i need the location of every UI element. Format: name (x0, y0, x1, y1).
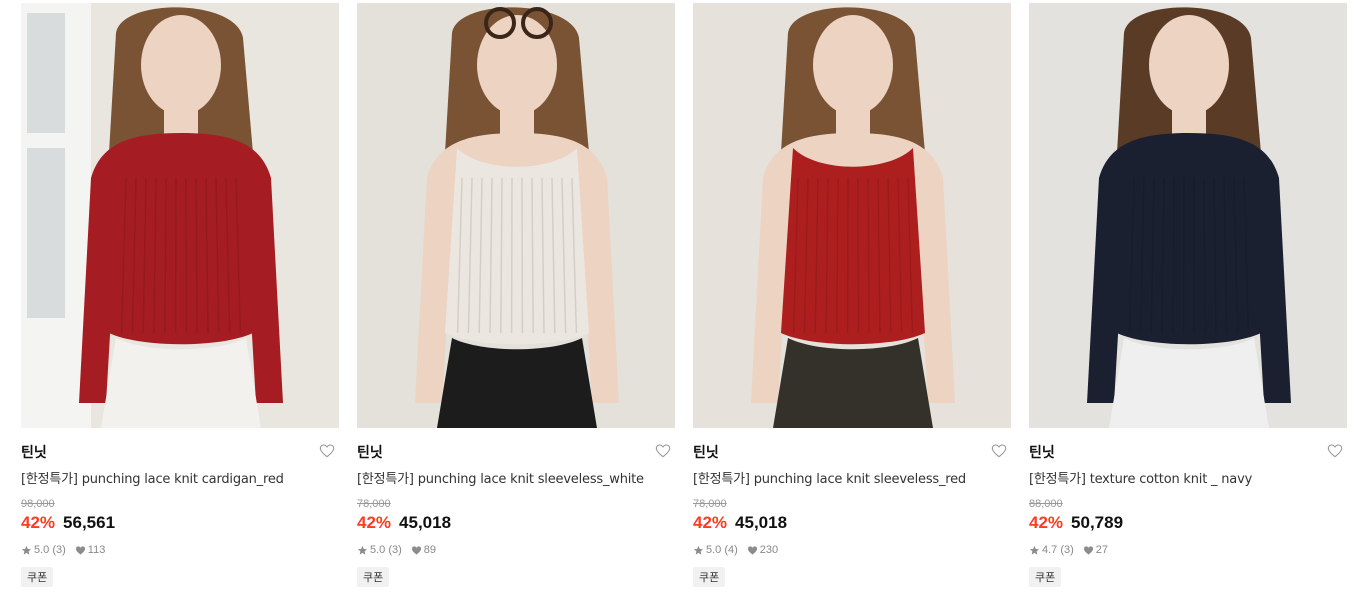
face (141, 15, 221, 115)
like-count-heart-icon (75, 545, 86, 556)
brand-name[interactable]: 틴닛 (693, 442, 719, 462)
bottoms (437, 338, 597, 428)
brand-name[interactable]: 틴닛 (357, 442, 383, 462)
like-count-heart-icon (1083, 545, 1094, 556)
likes-group: 27 (1083, 544, 1108, 556)
product-name[interactable]: [한정특가] punching lace knit sleeveless_red (693, 468, 1011, 487)
heart-icon[interactable] (991, 443, 1009, 461)
product-name[interactable]: [한정특가] texture cotton knit _ navy (1029, 468, 1347, 487)
star-icon (21, 545, 32, 556)
product-card[interactable]: 틴닛 [한정특가] punching lace knit cardigan_re… (21, 3, 339, 587)
price-row: 42% 56,561 (21, 513, 339, 533)
sale-price: 45,018 (735, 513, 788, 532)
bottoms (101, 338, 261, 428)
discount-rate: 42% (693, 513, 728, 532)
likes-group: 89 (411, 544, 436, 556)
face (813, 15, 893, 115)
product-image[interactable] (1029, 3, 1347, 428)
model-photo (1029, 3, 1347, 428)
original-price: 78,000 (357, 498, 391, 510)
original-price: 78,000 (693, 498, 727, 510)
sale-price: 56,561 (63, 513, 116, 532)
likes-count: 89 (423, 544, 437, 556)
coupon-badge: 쿠폰 (693, 567, 726, 587)
garment (1117, 148, 1261, 345)
price-row: 42% 45,018 (357, 513, 675, 533)
original-price: 88,000 (1029, 498, 1063, 510)
price-row: 42% 50,789 (1029, 513, 1347, 533)
bottoms (773, 338, 933, 428)
product-image[interactable] (693, 3, 1011, 428)
window-pane (27, 13, 65, 133)
window-pane (27, 148, 65, 318)
likes-count: 230 (759, 544, 779, 556)
review-meta: 4.7 (3) 27 (1029, 544, 1347, 556)
likes-group: 230 (747, 544, 778, 556)
product-card[interactable]: 틴닛 [한정특가] texture cotton knit _ navy 88,… (1029, 3, 1347, 587)
bottoms (1109, 338, 1269, 428)
review-meta: 5.0 (3) 89 (357, 544, 675, 556)
likes-group: 113 (75, 544, 106, 556)
product-name[interactable]: [한정특가] punching lace knit sleeveless_whi… (357, 468, 675, 487)
sale-price: 45,018 (399, 513, 452, 532)
rating-text: 5.0 (3) (370, 544, 402, 556)
rating-group: 4.7 (3) (1029, 544, 1074, 556)
rating-text: 5.0 (3) (34, 544, 66, 556)
brand-row: 틴닛 (357, 443, 675, 461)
rating-group: 5.0 (3) (21, 544, 66, 556)
star-icon (1029, 545, 1040, 556)
product-image[interactable] (357, 3, 675, 428)
model-photo (357, 3, 675, 428)
product-grid: 틴닛 [한정특가] punching lace knit cardigan_re… (21, 3, 1347, 587)
coupon-badge: 쿠폰 (1029, 567, 1062, 587)
original-price: 98,000 (21, 498, 55, 510)
coupon-badge: 쿠폰 (357, 567, 390, 587)
model-photo (21, 3, 339, 428)
likes-count: 113 (87, 544, 106, 556)
rating-text: 5.0 (4) (706, 544, 738, 556)
sale-price: 50,789 (1071, 513, 1124, 532)
discount-rate: 42% (21, 513, 56, 532)
product-card[interactable]: 틴닛 [한정특가] punching lace knit sleeveless_… (357, 3, 675, 587)
product-image[interactable] (21, 3, 339, 428)
coupon-badge: 쿠폰 (21, 567, 54, 587)
brand-row: 틴닛 (693, 443, 1011, 461)
brand-name[interactable]: 틴닛 (1029, 442, 1055, 462)
garment (109, 148, 253, 345)
brand-row: 틴닛 (21, 443, 339, 461)
face (1149, 15, 1229, 115)
discount-rate: 42% (1029, 513, 1064, 532)
review-meta: 5.0 (3) 113 (21, 544, 339, 556)
brand-name[interactable]: 틴닛 (21, 442, 47, 462)
review-meta: 5.0 (4) 230 (693, 544, 1011, 556)
garment (445, 148, 589, 345)
garment (781, 148, 925, 345)
heart-icon[interactable] (319, 443, 337, 461)
price-row: 42% 45,018 (693, 513, 1011, 533)
like-count-heart-icon (747, 545, 758, 556)
star-icon (693, 545, 704, 556)
rating-group: 5.0 (4) (693, 544, 738, 556)
heart-icon[interactable] (655, 443, 673, 461)
like-count-heart-icon (411, 545, 422, 556)
rating-text: 4.7 (3) (1042, 544, 1074, 556)
discount-rate: 42% (357, 513, 392, 532)
heart-icon[interactable] (1327, 443, 1345, 461)
star-icon (357, 545, 368, 556)
rating-group: 5.0 (3) (357, 544, 402, 556)
brand-row: 틴닛 (1029, 443, 1347, 461)
product-name[interactable]: [한정특가] punching lace knit cardigan_red (21, 468, 339, 487)
likes-count: 27 (1095, 544, 1109, 556)
product-card[interactable]: 틴닛 [한정특가] punching lace knit sleeveless_… (693, 3, 1011, 587)
model-photo (693, 3, 1011, 428)
